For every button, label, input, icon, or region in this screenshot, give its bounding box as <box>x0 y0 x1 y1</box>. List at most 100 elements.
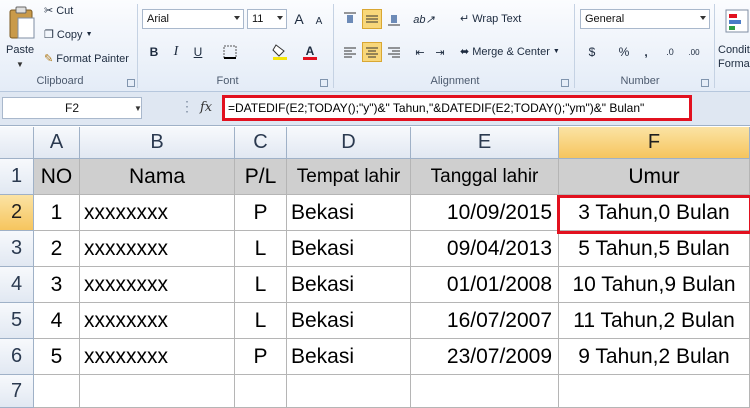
cell-tanggal-lahir[interactable]: 09/04/2013 <box>411 231 559 267</box>
align-right-button[interactable] <box>384 42 404 62</box>
row-header-2[interactable]: 2 <box>0 195 34 231</box>
clipboard-launcher-icon[interactable] <box>127 79 135 87</box>
cell-umur[interactable]: 10 Tahun,9 Bulan <box>559 267 750 303</box>
paste-button[interactable]: Paste ▼ <box>4 4 38 70</box>
formula-input[interactable]: =DATEDIF(E2;TODAY();"y")&" Tahun,"&DATED… <box>222 95 692 121</box>
row-header-5[interactable]: 5 <box>0 303 34 339</box>
name-box[interactable]: F2 <box>2 97 142 119</box>
cell-nama[interactable]: xxxxxxxx <box>80 195 235 231</box>
align-left-button[interactable] <box>340 42 360 62</box>
cell-umur[interactable]: 5 Tahun,5 Bulan <box>559 231 750 267</box>
row-header-7[interactable]: 7 <box>0 375 34 408</box>
empty-cell[interactable] <box>34 375 80 408</box>
cell-no[interactable]: 4 <box>34 303 80 339</box>
empty-cell[interactable] <box>235 375 287 408</box>
wrap-text-button[interactable]: ↵ Wrap Text <box>460 12 521 26</box>
table-header-cell[interactable]: Tanggal lahir <box>411 159 559 195</box>
cell-no[interactable]: 2 <box>34 231 80 267</box>
empty-cell[interactable] <box>80 375 235 408</box>
format-painter-button[interactable]: ✎ Format Painter <box>44 52 129 66</box>
orientation-button[interactable]: ab↗ <box>413 9 434 29</box>
cell-pl[interactable]: L <box>235 267 287 303</box>
decrease-decimal-button[interactable]: .00 <box>684 42 704 62</box>
column-header-e[interactable]: E <box>411 127 559 159</box>
bold-button[interactable]: B <box>144 42 164 62</box>
column-header-b[interactable]: B <box>80 127 235 159</box>
cell-umur[interactable]: 9 Tahun,2 Bulan <box>559 339 750 375</box>
cell-tempat-lahir[interactable]: Bekasi <box>287 339 411 375</box>
table-header-cell[interactable]: Tempat lahir <box>287 159 411 195</box>
empty-cell[interactable] <box>411 375 559 408</box>
italic-button[interactable]: I <box>166 42 186 62</box>
insert-function-icon[interactable]: fx <box>200 100 212 115</box>
cell-tempat-lahir[interactable]: Bekasi <box>287 267 411 303</box>
cell-nama[interactable]: xxxxxxxx <box>80 231 235 267</box>
empty-cell[interactable] <box>559 375 750 408</box>
chevron-down-icon[interactable]: ▼ <box>16 60 24 69</box>
table-header-cell[interactable]: Umur <box>559 159 750 195</box>
cell-no[interactable]: 3 <box>34 267 80 303</box>
font-size-dropdown[interactable]: 11 <box>247 9 287 29</box>
align-middle-button[interactable] <box>362 9 382 29</box>
cell-no[interactable]: 5 <box>34 339 80 375</box>
shrink-font-button[interactable]: A <box>309 11 329 31</box>
cell-pl[interactable]: L <box>235 231 287 267</box>
cell-nama[interactable]: xxxxxxxx <box>80 303 235 339</box>
cell-tempat-lahir[interactable]: Bekasi <box>287 195 411 231</box>
cell-tempat-lahir[interactable]: Bekasi <box>287 303 411 339</box>
increase-indent-button[interactable]: ⇥ <box>430 42 450 62</box>
number-format-dropdown[interactable]: General <box>580 9 710 29</box>
cell-umur[interactable]: 11 Tahun,2 Bulan <box>559 303 750 339</box>
decrease-indent-button[interactable]: ⇤ <box>410 42 430 62</box>
table-header-cell[interactable]: NO <box>34 159 80 195</box>
cell-pl[interactable]: P <box>235 339 287 375</box>
currency-button[interactable]: $ <box>582 42 602 62</box>
number-launcher-icon[interactable] <box>701 79 709 87</box>
font-name-dropdown[interactable]: Arial <box>142 9 244 29</box>
align-center-button[interactable] <box>362 42 382 62</box>
comma-button[interactable]: , <box>636 42 656 62</box>
copy-button[interactable]: ❐ Copy ▼ <box>44 28 93 42</box>
font-color-button[interactable]: A <box>300 42 320 62</box>
cell-pl[interactable]: P <box>235 195 287 231</box>
align-bottom-button[interactable] <box>384 9 404 29</box>
fill-color-button[interactable] <box>270 42 290 62</box>
table-header-cell[interactable]: Nama <box>80 159 235 195</box>
cut-button[interactable]: ✂ Cut <box>44 4 73 18</box>
merge-center-button[interactable]: ⬌ Merge & Center ▼ <box>460 45 560 59</box>
cell-tanggal-lahir[interactable]: 16/07/2007 <box>411 303 559 339</box>
chevron-down-icon: ▼ <box>552 48 560 55</box>
borders-button[interactable] <box>220 42 240 62</box>
font-launcher-icon[interactable] <box>320 79 328 87</box>
cell-tempat-lahir[interactable]: Bekasi <box>287 231 411 267</box>
percent-button[interactable]: % <box>614 42 634 62</box>
row-header-1[interactable]: 1 <box>0 159 34 195</box>
table-header-cell[interactable]: P/L <box>235 159 287 195</box>
column-header-a[interactable]: A <box>34 127 80 159</box>
font-color-icon: A <box>303 45 317 60</box>
empty-cell[interactable] <box>287 375 411 408</box>
column-header-d[interactable]: D <box>287 127 411 159</box>
cell-pl[interactable]: L <box>235 303 287 339</box>
cell-tanggal-lahir[interactable]: 23/07/2009 <box>411 339 559 375</box>
underline-icon: U <box>193 45 203 59</box>
grow-font-button[interactable]: A <box>289 9 309 29</box>
row-header-4[interactable]: 4 <box>0 267 34 303</box>
row-header-6[interactable]: 6 <box>0 339 34 375</box>
align-top-button[interactable] <box>340 9 360 29</box>
cell-tanggal-lahir[interactable]: 10/09/2015 <box>411 195 559 231</box>
cell-tanggal-lahir[interactable]: 01/01/2008 <box>411 267 559 303</box>
alignment-launcher-icon[interactable] <box>561 79 569 87</box>
column-header-c[interactable]: C <box>235 127 287 159</box>
row-header-3[interactable]: 3 <box>0 231 34 267</box>
cell-umur[interactable]: 3 Tahun,0 Bulan <box>559 195 750 231</box>
select-all-corner[interactable] <box>0 127 34 159</box>
cell-no[interactable]: 1 <box>34 195 80 231</box>
column-header-f[interactable]: F <box>559 127 750 159</box>
cell-nama[interactable]: xxxxxxxx <box>80 267 235 303</box>
underline-button[interactable]: U <box>188 42 208 62</box>
conditional-formatting-button[interactable]: Conditi Format <box>718 4 750 72</box>
cell-nama[interactable]: xxxxxxxx <box>80 339 235 375</box>
chevron-down-icon[interactable]: ▼ <box>134 104 142 113</box>
increase-decimal-button[interactable]: .0 <box>660 42 680 62</box>
